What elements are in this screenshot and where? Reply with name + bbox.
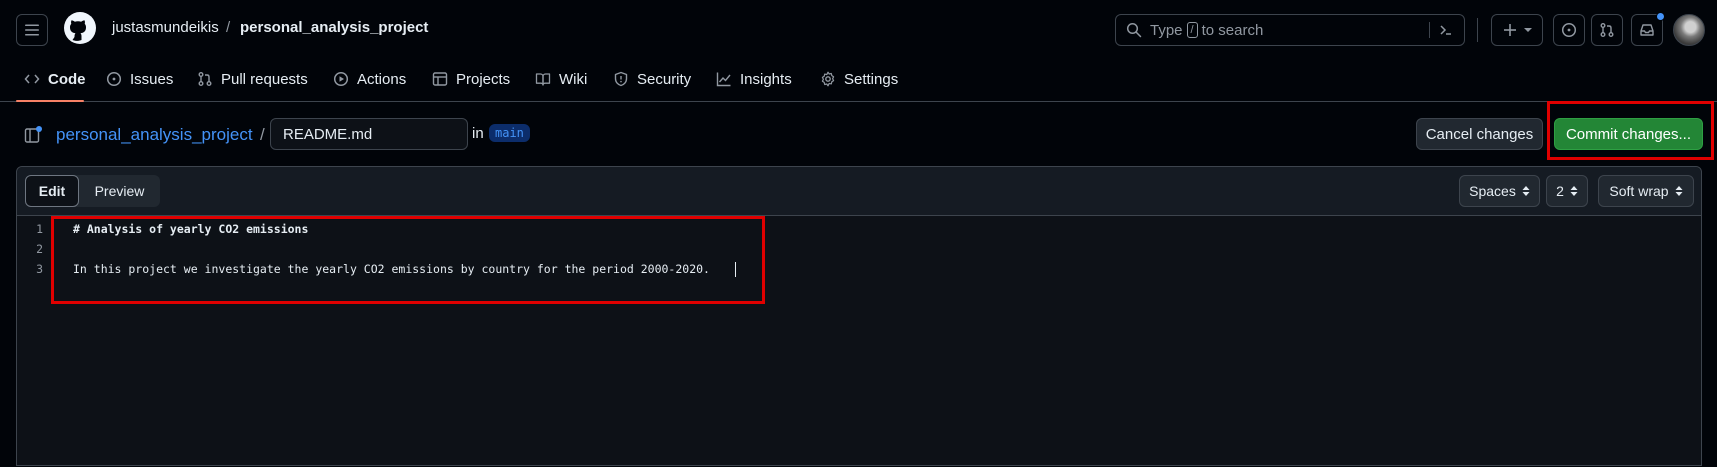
tab-projects[interactable]: Projects xyxy=(432,68,510,90)
active-tab-indicator xyxy=(16,100,84,102)
tab-settings[interactable]: Settings xyxy=(820,68,898,90)
issue-icon xyxy=(106,71,122,87)
search-shortcut-key: / xyxy=(1186,22,1198,38)
pull-request-icon xyxy=(1599,22,1615,38)
line-number: 1 xyxy=(36,222,43,236)
cancel-label: Cancel changes xyxy=(1425,125,1534,143)
caret-down-icon xyxy=(1524,26,1532,34)
issues-button[interactable] xyxy=(1553,14,1585,46)
tab-edit[interactable]: Edit xyxy=(25,175,79,207)
editor-toolbar: Edit Preview Spaces 2 Soft wrap xyxy=(17,167,1701,216)
sort-arrows-icon xyxy=(1675,185,1683,197)
tab-label: Wiki xyxy=(559,70,588,88)
table-icon xyxy=(432,71,448,87)
sort-arrows-icon xyxy=(1522,185,1530,197)
wrap-mode-value: Soft wrap xyxy=(1609,183,1669,199)
play-icon xyxy=(333,71,349,87)
plus-icon xyxy=(1502,22,1518,38)
filename-input[interactable] xyxy=(270,118,468,150)
tab-security[interactable]: Security xyxy=(613,68,691,90)
tab-actions[interactable]: Actions xyxy=(333,68,406,90)
file-tree-toggle[interactable] xyxy=(24,126,42,144)
repo-root-link[interactable]: personal_analysis_project xyxy=(56,125,253,145)
tab-issues[interactable]: Issues xyxy=(106,68,173,90)
tab-label: Projects xyxy=(456,70,511,88)
sidebar-expand-icon xyxy=(24,126,42,144)
hamburger-icon xyxy=(24,22,40,38)
preview-label: Preview xyxy=(94,183,145,199)
edit-preview-toggle: Edit Preview xyxy=(25,175,160,207)
indent-size-select[interactable]: 2 xyxy=(1546,175,1588,207)
content-highlight-box xyxy=(51,216,765,304)
tab-label: Security xyxy=(637,70,692,88)
owner-link[interactable]: justasmundeikis xyxy=(112,19,219,36)
issue-icon xyxy=(1561,22,1577,38)
tab-code[interactable]: Code xyxy=(24,68,86,90)
cancel-changes-button[interactable]: Cancel changes xyxy=(1416,118,1543,150)
wrap-mode-select[interactable]: Soft wrap xyxy=(1598,175,1694,207)
indent-mode-select[interactable]: Spaces xyxy=(1459,175,1540,207)
sort-arrows-icon xyxy=(1570,185,1578,197)
menu-button[interactable] xyxy=(16,14,48,46)
search-input[interactable]: Type / to search xyxy=(1115,14,1465,46)
tab-label: Issues xyxy=(130,70,174,88)
code-editor: Edit Preview Spaces 2 Soft wrap 1 # Anal… xyxy=(16,166,1702,466)
path-separator: / xyxy=(260,125,265,144)
code-icon xyxy=(24,71,40,87)
tab-preview[interactable]: Preview xyxy=(79,175,160,207)
avatar[interactable] xyxy=(1673,14,1705,46)
shield-icon xyxy=(613,71,629,87)
graph-icon xyxy=(716,71,732,87)
global-header: justasmundeikis / personal_analysis_proj… xyxy=(0,0,1717,56)
tab-label: Actions xyxy=(357,70,407,88)
tab-label: Insights xyxy=(740,70,792,88)
create-new-button[interactable] xyxy=(1491,14,1543,46)
commit-highlight-box xyxy=(1547,101,1714,160)
inbox-button[interactable] xyxy=(1631,12,1665,46)
github-logo[interactable] xyxy=(64,12,96,44)
tab-label: Pull requests xyxy=(221,70,308,88)
tab-label: Settings xyxy=(844,70,899,88)
search-icon xyxy=(1126,22,1142,38)
search-placeholder-prefix: Type xyxy=(1150,21,1183,39)
branch-badge[interactable]: main xyxy=(489,124,530,142)
header-divider xyxy=(1477,18,1478,42)
notification-dot xyxy=(1656,12,1665,21)
in-label: in xyxy=(472,125,484,142)
tab-insights[interactable]: Insights xyxy=(716,68,792,90)
gear-icon xyxy=(820,71,836,87)
file-edit-bar: personal_analysis_project / in main Canc… xyxy=(0,101,1717,165)
tab-wiki[interactable]: Wiki xyxy=(535,68,587,90)
breadcrumb-separator: / xyxy=(226,19,231,36)
indent-size-value: 2 xyxy=(1556,183,1564,199)
command-palette-icon[interactable] xyxy=(1429,22,1454,38)
line-number: 2 xyxy=(36,242,43,256)
tab-label: Code xyxy=(48,70,86,88)
indent-mode-value: Spaces xyxy=(1469,183,1516,199)
pull-request-icon xyxy=(197,71,213,87)
search-placeholder-suffix: to search xyxy=(1201,21,1264,39)
line-number: 3 xyxy=(36,262,43,276)
pull-requests-button[interactable] xyxy=(1591,14,1623,46)
repo-link[interactable]: personal_analysis_project xyxy=(240,19,428,36)
repo-nav: Code Issues Pull requests Actions Projec… xyxy=(0,56,1717,102)
inbox-icon xyxy=(1639,22,1655,38)
edit-label: Edit xyxy=(38,183,66,199)
book-icon xyxy=(535,71,551,87)
tab-pull-requests[interactable]: Pull requests xyxy=(197,68,308,90)
